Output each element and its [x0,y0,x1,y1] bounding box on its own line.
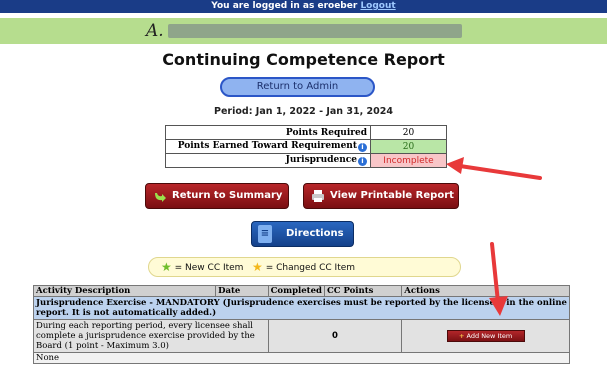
login-status-text: You are logged in as eroeber [211,1,358,11]
points-required-row: Points Required 20 [165,125,447,140]
user-name-bar: A. [0,18,607,44]
points-earned-value: 20 [370,139,447,154]
add-new-item-label: Add New Item [466,332,513,340]
completed-points: 0 [267,319,403,353]
arrow-annotation-icon [446,157,542,180]
jurisprudence-label-cell: Jurisprudence i [165,153,371,168]
jurisprudence-status: Incomplete [370,153,447,168]
printer-icon [312,190,324,202]
logout-link[interactable]: Logout [360,1,395,11]
directions-button[interactable]: ≡ Directions [251,221,354,247]
table-row: During each reporting period, every lice… [33,319,570,353]
bottom-edge [33,371,570,376]
redacted-name [168,24,462,38]
actions-cell: + Add New Item [401,319,570,353]
legend-changed-item: = Changed CC Item [265,263,356,273]
directions-label: Directions [286,228,344,239]
user-initial: A. [146,21,164,41]
return-to-admin-button[interactable]: Return to Admin [220,77,375,97]
document-icon: ≡ [258,225,272,243]
section-row: Jurisprudence Exercise - MANDATORY (Juri… [33,296,570,320]
reporting-period: Period: Jan 1, 2022 - Jan 31, 2024 [214,106,393,117]
column-header: Completed [267,285,325,297]
legend-box: ★ = New CC Item ★ = Changed CC Item [148,257,461,277]
info-icon[interactable]: i [358,157,367,166]
section-title: Jurisprudence Exercise - MANDATORY (Juri… [33,296,570,320]
column-header: Date [215,285,269,297]
add-new-item-button[interactable]: + Add New Item [446,330,525,342]
points-earned-row: Points Earned Toward Requirement i 20 [165,139,447,154]
table-row: None [33,352,570,364]
points-summary-table: Points Required 20 Points Earned Toward … [165,125,447,168]
page-title: Continuing Competence Report [162,50,445,69]
jurisprudence-label: Jurisprudence [285,155,357,165]
login-status-bar: You are logged in as eroeber Logout [0,0,607,13]
info-icon[interactable]: i [358,143,367,152]
legend-new-item: = New CC Item [174,263,244,273]
column-header: Activity Description [32,285,217,297]
return-arrow-icon [155,193,166,202]
points-required-label: Points Required [165,125,371,140]
none-text: None [33,352,570,364]
return-to-summary-label: Return to Summary [172,190,283,201]
view-printable-report-label: View Printable Report [330,190,454,201]
return-to-summary-button[interactable]: Return to Summary [145,183,289,209]
yellow-star-icon: ★ [252,260,263,274]
activity-description: During each reporting period, every lice… [33,319,269,353]
column-header: CC Points [323,285,403,297]
plus-icon: + [459,332,465,340]
view-printable-report-button[interactable]: View Printable Report [303,183,459,209]
column-header: Actions [401,285,570,297]
points-earned-label: Points Earned Toward Requirement [177,141,357,151]
jurisprudence-row: Jurisprudence i Incomplete [165,153,447,168]
activities-table: Activity Description Date Completed CC P… [32,285,570,364]
points-earned-label-cell: Points Earned Toward Requirement i [165,139,371,154]
points-required-value: 20 [370,125,447,140]
table-header-row: Activity Description Date Completed CC P… [32,285,570,297]
green-star-icon: ★ [161,260,172,274]
